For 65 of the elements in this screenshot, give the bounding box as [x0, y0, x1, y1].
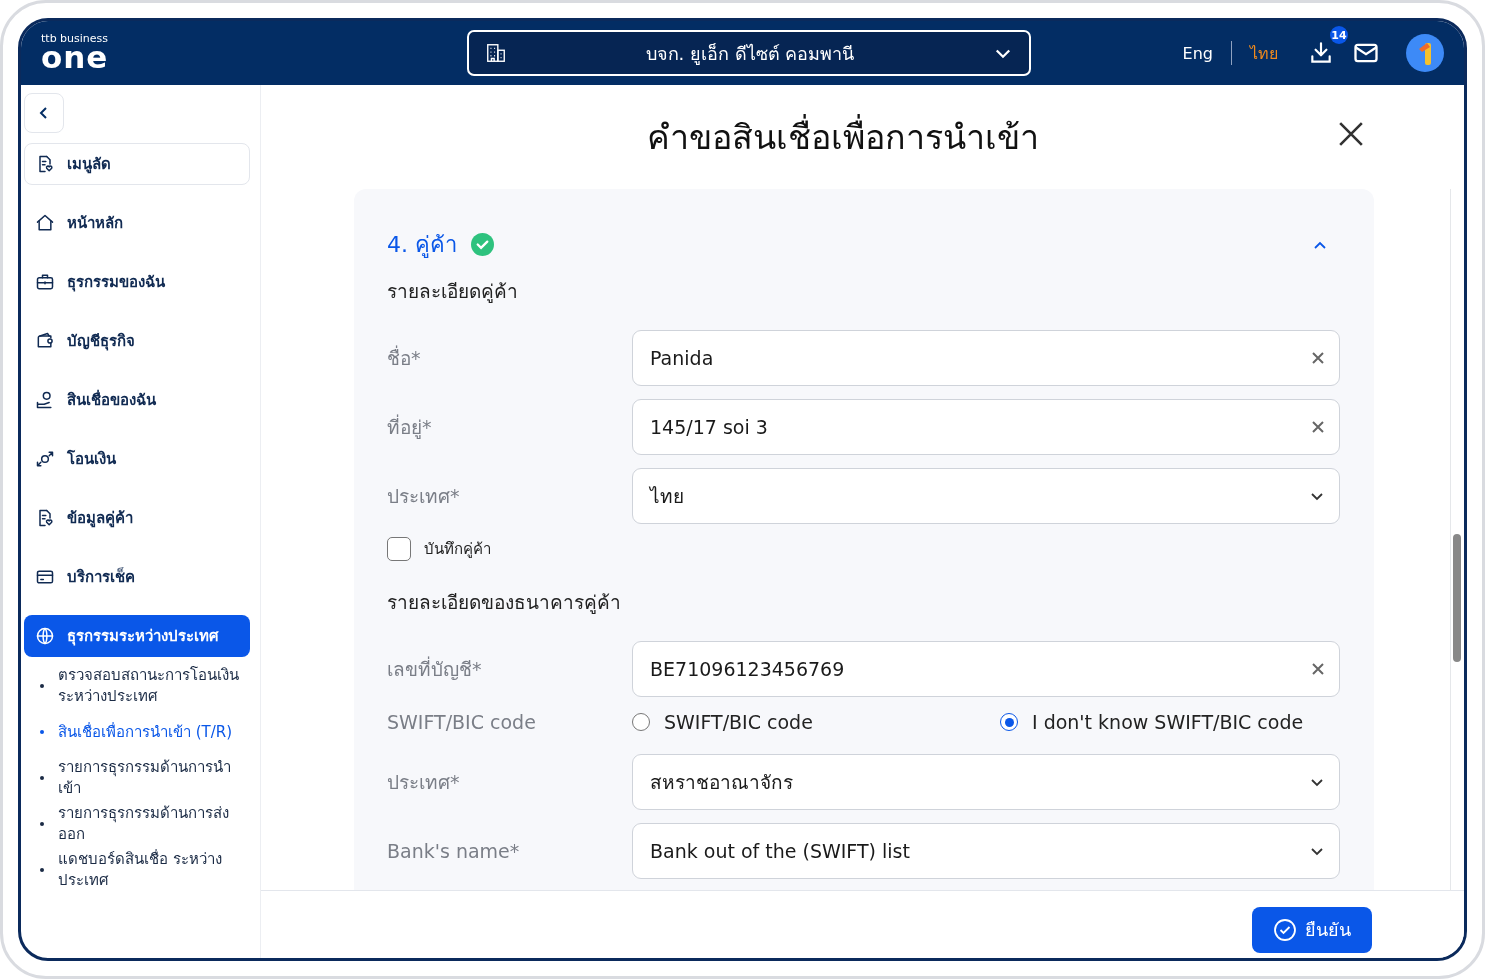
field-label: เลขที่บัญชี*	[387, 655, 483, 682]
sidebar-item[interactable]: เมนูลัด	[24, 143, 250, 185]
bullet-icon	[40, 684, 44, 688]
group-heading: รายละเอียดของธนาคารคู่ค้า	[387, 590, 622, 616]
field-label: ประเทศ*	[387, 770, 461, 795]
sidebar-item[interactable]: ธุรกรรมของฉัน	[24, 261, 250, 303]
bullet-icon	[40, 776, 44, 780]
page-title: คำขอสินเชื่อเพื่อการนำเข้า	[646, 110, 1039, 164]
company-selector[interactable]: บจก. ยูเอ็ก ดีไซต์ คอมพานี	[467, 30, 1031, 76]
card-icon	[35, 567, 55, 587]
field-label: SWIFT/BIC code	[387, 711, 537, 733]
bullet-icon	[40, 868, 44, 872]
dropdown-field[interactable]: Bank out of the (SWIFT) list	[632, 823, 1340, 879]
scrollbar[interactable]	[1450, 189, 1462, 891]
close-icon[interactable]	[1338, 121, 1364, 147]
avatar-icon[interactable]	[1406, 34, 1444, 72]
bullet-icon	[40, 822, 44, 826]
sidebar-item[interactable]: ข้อมูลคู่ค้า	[24, 497, 250, 539]
language-option[interactable]: Eng	[1182, 43, 1213, 63]
text-field[interactable]: BE71096123456769	[632, 641, 1340, 697]
text-field[interactable]: 145/17 soi 3	[632, 399, 1340, 455]
checkbox[interactable]	[387, 537, 411, 561]
clear-icon[interactable]	[1311, 662, 1325, 676]
wallet-icon	[35, 331, 55, 351]
download-icon[interactable]	[1308, 40, 1334, 66]
clear-icon[interactable]	[1311, 420, 1325, 434]
sidebar-item[interactable]: โอนเงิน	[24, 438, 250, 480]
building-icon	[485, 42, 507, 64]
language-option[interactable]: ไทย	[1250, 40, 1278, 66]
field-label: ชื่อ*	[387, 344, 422, 371]
checkbox-label[interactable]: บันทึกคู่ค้า	[424, 537, 491, 561]
home-icon	[35, 213, 55, 233]
radio-label[interactable]: SWIFT/BIC code	[664, 711, 813, 733]
submenu-item[interactable]: สินเชื่อเพื่อการนำเข้า (T/R)	[58, 721, 233, 743]
dropdown-field[interactable]: ไทย	[632, 468, 1340, 524]
field-label: Bank's name*	[387, 840, 521, 862]
globe-icon	[35, 626, 55, 646]
radio-label[interactable]: I don't know SWIFT/BIC code	[1032, 711, 1304, 733]
dropdown-field[interactable]: สหราชอาณาจักร	[632, 754, 1340, 810]
logo-caption: ttb business	[41, 33, 110, 44]
text-field[interactable]: Panida	[632, 330, 1340, 386]
submenu-item[interactable]: รายการธุรกรรมด้านการส่งออก	[58, 803, 240, 845]
field-label: ที่อยู่*	[387, 413, 433, 441]
submenu-item[interactable]: รายการธุรกรรมด้านการนำเข้า	[58, 757, 240, 799]
logo-wordmark: one	[41, 42, 110, 73]
bullet-icon	[40, 730, 44, 734]
submenu-item[interactable]: ตรวจสอบสถานะการโอนเงินระหว่างประเทศ	[58, 665, 240, 707]
submenu-item[interactable]: แดชบอร์ดสินเชื่อ ระหว่างประเทศ	[58, 849, 240, 891]
briefcase-icon	[35, 272, 55, 292]
hand-coin-icon	[35, 390, 55, 410]
field-label: ประเทศ*	[387, 484, 461, 509]
group-heading: รายละเอียดคู่ค้า	[387, 279, 519, 305]
sidebar-item[interactable]: บริการเช็ค	[24, 556, 250, 598]
check-circle-icon	[1273, 917, 1297, 942]
section-title: 4. คู่ค้า	[387, 231, 457, 260]
clear-icon[interactable]	[1311, 351, 1325, 365]
sidebar-item[interactable]: ธุรกรรมระหว่างประเทศ	[24, 615, 250, 657]
confirm-button[interactable]: ยืนยัน	[1252, 906, 1372, 953]
sidebar-item[interactable]: บัญชีธุรกิจ	[24, 320, 250, 362]
coin-transfer-icon	[35, 449, 55, 469]
radio-button[interactable]	[632, 713, 650, 731]
radio-button[interactable]	[1000, 713, 1018, 731]
notification-badge: 14	[1330, 26, 1348, 44]
sidebar-item[interactable]: สินเชื่อของฉัน	[24, 379, 250, 421]
sidebar-item[interactable]: หน้าหลัก	[24, 202, 250, 244]
